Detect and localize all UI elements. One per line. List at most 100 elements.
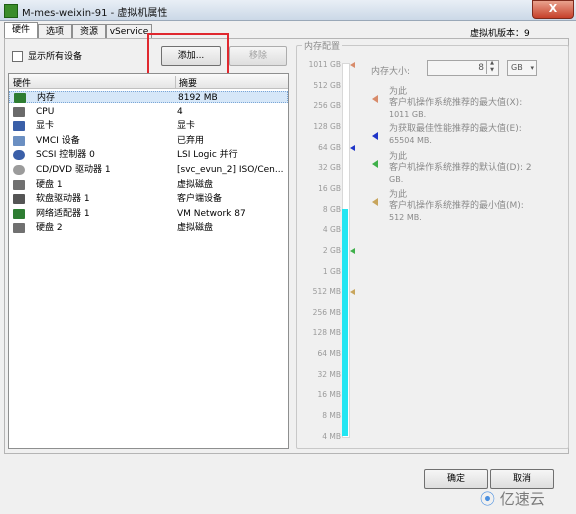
hardware-name: 显卡 bbox=[36, 121, 55, 132]
scale-tick: 16 GB bbox=[318, 183, 341, 193]
show-all-devices-checkbox[interactable] bbox=[12, 51, 23, 62]
recommendation-title: 为此 bbox=[389, 152, 408, 162]
close-button[interactable]: X bbox=[532, 0, 574, 19]
scale-tick: 128 MB bbox=[312, 328, 341, 338]
highlight-box bbox=[147, 33, 229, 77]
scale-tick: 4 MB bbox=[322, 431, 341, 441]
memory-scale: 1011 GB 512 GB 256 GB 128 GB 64 GB 32 GB 16 GB… bbox=[303, 60, 343, 441]
scale-tick: 2 GB bbox=[322, 245, 341, 255]
recommendation-title: 为此 bbox=[389, 190, 408, 200]
hardware-summary: 已弃用 bbox=[177, 135, 205, 146]
hardware-summary: 虚拟磁盘 bbox=[177, 179, 214, 190]
watermark: ⦿ 亿速云 bbox=[480, 490, 545, 508]
hardware-list-header: 硬件 摘要 bbox=[9, 74, 288, 89]
recommendation-text: 客户机操作系统推荐的最小值(M): bbox=[389, 201, 524, 211]
hardware-summary: 虚拟磁盘 bbox=[177, 223, 214, 234]
watermark-logo-icon: ⦿ bbox=[480, 490, 500, 508]
vmci-device-icon bbox=[13, 135, 25, 146]
scale-tick: 32 GB bbox=[318, 163, 341, 173]
memory-icon bbox=[14, 93, 26, 103]
hardware-row[interactable]: 硬盘 2 虚拟磁盘 bbox=[9, 222, 288, 234]
tab-vservice[interactable]: vService bbox=[106, 24, 152, 39]
hardware-name: 内存 bbox=[37, 93, 56, 103]
hardware-summary: [svc_evun_2] ISO/Cen... bbox=[177, 165, 284, 175]
recommendation-marker[interactable] bbox=[350, 247, 355, 254]
hard-disk-icon bbox=[13, 223, 25, 234]
cd-dvd-drive-icon bbox=[13, 165, 25, 175]
recommendation-text: 为获取最佳性能推荐的最大值(E): bbox=[389, 124, 522, 134]
scsi-controller-icon bbox=[13, 150, 25, 161]
hardware-row[interactable]: SCSI 控制器 0 LSI Logic 并行 bbox=[9, 149, 288, 161]
chevron-down-icon: ▾ bbox=[530, 64, 534, 72]
hardware-summary: 显卡 bbox=[177, 121, 196, 132]
hardware-summary: VM Network 87 bbox=[177, 208, 246, 219]
hardware-name: 网络适配器 1 bbox=[36, 208, 90, 219]
cancel-button[interactable]: 取消 bbox=[490, 469, 554, 489]
scale-tick: 1011 GB bbox=[308, 60, 341, 69]
show-all-devices-label: 显示所有设备 bbox=[28, 52, 83, 62]
memory-config-legend: 内存配置 bbox=[302, 39, 343, 52]
recommendation-flag-icon bbox=[372, 95, 378, 103]
scale-tick: 256 GB bbox=[313, 101, 341, 111]
hardware-name: CPU bbox=[36, 106, 55, 117]
hardware-row[interactable]: 网络适配器 1 VM Network 87 bbox=[9, 208, 288, 220]
hardware-name: 硬盘 1 bbox=[36, 179, 63, 190]
hardware-row[interactable]: CD/DVD 驱动器 1 [svc_evun_2] ISO/Cen... bbox=[9, 164, 288, 176]
video-card-icon bbox=[13, 121, 25, 132]
recommendation-value: 65504 MB. bbox=[389, 136, 432, 145]
scale-tick: 1 GB bbox=[322, 266, 341, 276]
recommendation-value: GB. bbox=[389, 175, 404, 184]
header-summary[interactable]: 摘要 bbox=[175, 76, 197, 89]
scale-tick: 512 GB bbox=[313, 80, 341, 90]
hardware-row[interactable]: CPU 4 bbox=[9, 106, 288, 118]
memory-size-spinner[interactable]: ▲ ▼ bbox=[486, 60, 497, 74]
vm-icon bbox=[4, 4, 18, 18]
remove-button[interactable]: 移除 bbox=[229, 46, 287, 66]
memory-size-label: 内存大小: bbox=[371, 67, 411, 77]
hardware-row[interactable]: 内存 8192 MB bbox=[9, 91, 288, 103]
hard-disk-icon bbox=[13, 179, 25, 190]
recommendation-note: 为此 客户机操作系统推荐的最小值(M): 512 MB. bbox=[389, 190, 524, 223]
hardware-row[interactable]: 硬盘 1 虚拟磁盘 bbox=[9, 179, 288, 191]
memory-unit-select[interactable]: GB ▾ bbox=[507, 60, 537, 76]
hardware-row[interactable]: 显卡 显卡 bbox=[9, 120, 288, 132]
hardware-list[interactable]: 硬件 摘要 内存 8192 MB CPU 4 显卡 显卡 VMCI 设备 已弃用 SCSI 控制… bbox=[8, 73, 289, 449]
recommendation-title: 为此 bbox=[389, 87, 408, 97]
scale-tick: 8 MB bbox=[322, 411, 341, 421]
header-hardware[interactable]: 硬件 bbox=[13, 76, 31, 89]
ok-button[interactable]: 确定 bbox=[424, 469, 488, 489]
tab-options[interactable]: 选项 bbox=[38, 24, 72, 39]
scale-tick: 32 MB bbox=[317, 369, 341, 379]
recommendation-note: 为此 客户机操作系统推荐的默认值(D): 2 GB. bbox=[389, 152, 532, 185]
recommendation-value: 512 MB. bbox=[389, 213, 422, 222]
recommendation-marker[interactable] bbox=[350, 62, 355, 68]
cpu-icon bbox=[13, 106, 25, 117]
scale-tick: 512 MB bbox=[312, 287, 341, 297]
hardware-summary: 客户端设备 bbox=[177, 194, 223, 205]
window-title: M-mes-weixin-91 - 虚拟机属性 bbox=[22, 8, 168, 19]
recommendation-flag-icon bbox=[372, 160, 378, 168]
scale-tick: 4 GB bbox=[322, 225, 341, 235]
memory-level-fill bbox=[342, 208, 348, 436]
hardware-name: CD/DVD 驱动器 1 bbox=[36, 165, 111, 175]
recommendation-marker[interactable] bbox=[350, 289, 355, 296]
hardware-name: 硬盘 2 bbox=[36, 223, 63, 234]
scale-tick: 8 GB bbox=[322, 204, 341, 214]
recommendation-note: 为此 客户机操作系统推荐的最大值(X): 1011 GB. bbox=[389, 87, 522, 120]
recommendation-flag-icon bbox=[372, 132, 378, 140]
scale-tick: 256 MB bbox=[312, 307, 341, 317]
tab-resources[interactable]: 资源 bbox=[72, 24, 106, 39]
recommendation-marker[interactable] bbox=[350, 144, 355, 151]
floppy-drive-icon bbox=[13, 194, 25, 205]
recommendation-text: 客户机操作系统推荐的默认值(D): 2 bbox=[389, 163, 532, 173]
hardware-row[interactable]: VMCI 设备 已弃用 bbox=[9, 135, 288, 147]
recommendation-flag-icon bbox=[372, 198, 378, 206]
network-adapter-icon bbox=[13, 208, 25, 219]
recommendation-text: 客户机操作系统推荐的最大值(X): bbox=[389, 98, 523, 108]
scale-tick: 128 GB bbox=[313, 121, 341, 131]
hardware-name: SCSI 控制器 0 bbox=[36, 150, 95, 161]
hardware-row[interactable]: 软盘驱动器 1 客户端设备 bbox=[9, 193, 288, 205]
tab-hardware[interactable]: 硬件 bbox=[4, 22, 38, 39]
title-bar: M-mes-weixin-91 - 虚拟机属性 X bbox=[0, 0, 576, 21]
hardware-summary: 8192 MB bbox=[178, 93, 218, 103]
